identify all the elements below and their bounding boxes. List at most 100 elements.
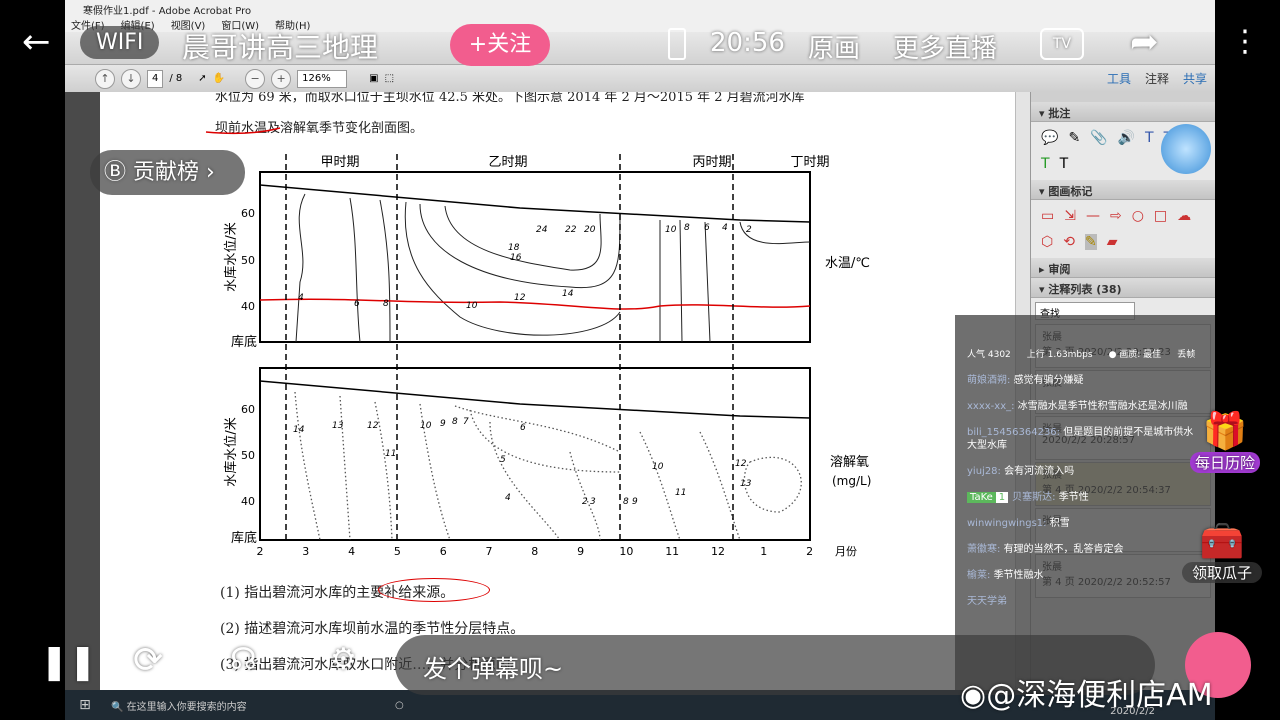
more-dots-icon[interactable]: ⋮ bbox=[1230, 24, 1260, 59]
fan-badge: TaKe bbox=[967, 492, 996, 503]
fit-width-icon[interactable]: ⬚ bbox=[385, 73, 394, 84]
svg-text:4: 4 bbox=[298, 293, 304, 303]
cloud-icon[interactable]: ☁ bbox=[1177, 208, 1191, 224]
follow-button[interactable]: +关注 bbox=[450, 24, 550, 66]
more-live-button[interactable]: 更多直播 bbox=[893, 28, 997, 65]
insert-text-icon[interactable]: T bbox=[1145, 130, 1154, 146]
hand-tool-icon[interactable]: ✋ bbox=[213, 73, 225, 84]
chat-text: 季节性融水 bbox=[993, 570, 1044, 581]
chat-panel: 人气 4302 上行 1.63mbps ● 画质: 最佳 丢帧 萌娘酒朔: 感觉有骗… bbox=[955, 315, 1215, 690]
svg-text:50: 50 bbox=[241, 449, 255, 462]
section-comment[interactable]: ▾ 批注 bbox=[1031, 102, 1215, 122]
task-view-icon[interactable]: ○ bbox=[395, 700, 404, 711]
do-legend: 溶解氧 bbox=[830, 455, 869, 470]
tv-cast-icon[interactable]: TV bbox=[1040, 28, 1084, 60]
svg-text:8: 8 bbox=[452, 417, 458, 427]
zoom-in-button[interactable]: + bbox=[271, 68, 292, 89]
svg-text:16: 16 bbox=[510, 253, 522, 263]
temp-frame bbox=[259, 171, 811, 343]
share-icon[interactable]: ➦ bbox=[1130, 22, 1159, 62]
text-box-icon[interactable]: ✎ bbox=[1068, 130, 1080, 146]
svg-text:12: 12 bbox=[367, 421, 379, 431]
chat-user[interactable]: 萌娘酒朔: bbox=[967, 375, 1010, 386]
claim-melon-seeds[interactable]: 🧰 领取瓜子 bbox=[1182, 520, 1262, 583]
x-axis-unit: 月份 bbox=[835, 545, 857, 558]
taskbar-search[interactable]: 🔍 在这里输入你要搜索的内容 bbox=[105, 698, 375, 713]
svg-text:60: 60 bbox=[241, 403, 255, 416]
rectangle-icon[interactable]: □ bbox=[1154, 208, 1167, 224]
chat-user[interactable]: 天天学弟 bbox=[967, 596, 1007, 607]
back-arrow-icon[interactable]: ← bbox=[22, 22, 51, 62]
svg-text:4: 4 bbox=[722, 223, 728, 233]
danmaku-settings-icon[interactable]: ⚙ bbox=[330, 642, 357, 677]
red-circle-annotation bbox=[378, 578, 490, 602]
svg-text:22: 22 bbox=[565, 225, 577, 235]
svg-text:6: 6 bbox=[354, 299, 360, 309]
svg-text:6: 6 bbox=[520, 423, 526, 433]
period-dividers bbox=[285, 154, 734, 542]
chat-message: xxxx-xx_: 冰雪融水是季节性积雪融水还是冰川融 bbox=[955, 400, 1215, 413]
chat-user[interactable]: bili_15456364236: bbox=[967, 427, 1060, 438]
pause-icon[interactable]: ❚❚ bbox=[40, 642, 97, 682]
danmaku-toggle-icon[interactable]: ☊ bbox=[230, 642, 257, 677]
section-drawing[interactable]: ▾ 图画标记 bbox=[1031, 180, 1215, 200]
pencil-icon[interactable]: ✎ bbox=[1084, 234, 1097, 250]
arrow-icon[interactable]: ⇨ bbox=[1110, 208, 1122, 224]
svg-text:10: 10 bbox=[466, 301, 478, 311]
refresh-icon[interactable]: ⟳ bbox=[133, 640, 163, 681]
chat-user[interactable]: xxxx-xx_: bbox=[967, 401, 1015, 412]
eraser-icon[interactable]: ▰ bbox=[1107, 234, 1118, 250]
fit-page-icon[interactable]: ▣ bbox=[369, 73, 378, 84]
chat-user[interactable]: 榆莱: bbox=[967, 570, 990, 581]
polyline-icon[interactable]: ⟲ bbox=[1063, 234, 1075, 250]
quality-button[interactable]: 原画 bbox=[808, 28, 860, 65]
tab-comment[interactable]: 注释 bbox=[1145, 70, 1169, 87]
chat-message: 天天学弟 bbox=[955, 595, 1215, 608]
contribution-rank-button[interactable]: Ⓑ 贡献榜 › bbox=[90, 150, 245, 195]
do-contours bbox=[294, 391, 802, 541]
period-label: 乙时期 bbox=[488, 155, 527, 170]
polygon-icon[interactable]: ⬡ bbox=[1041, 234, 1053, 250]
attach-icon[interactable]: 📎 bbox=[1090, 130, 1107, 146]
section-list[interactable]: ▾ 注释列表 (38) bbox=[1031, 278, 1215, 298]
section-review[interactable]: ▸ 审阅 bbox=[1031, 258, 1215, 278]
chat-message: yiuj28: 会有河流流入吗 bbox=[955, 465, 1215, 478]
audio-icon[interactable]: 🔊 bbox=[1118, 130, 1135, 146]
chat-user[interactable]: yiuj28: bbox=[967, 466, 1001, 477]
underline-icon[interactable]: T bbox=[1041, 156, 1050, 172]
chat-message: 萧徽寒: 有理的当然不，乱答肯定会 bbox=[955, 543, 1215, 556]
page-input[interactable]: 4 bbox=[147, 69, 164, 88]
sticky-note-icon[interactable]: 💬 bbox=[1041, 130, 1058, 146]
chat-user[interactable]: 贝塞斯达: bbox=[1012, 492, 1055, 503]
nav-toolbar: ↑ ↓ 4 / 8 ➚ ✋ − + 126% ▣ ⬚ bbox=[65, 65, 1215, 92]
select-tool-icon[interactable]: ➚ bbox=[198, 73, 206, 84]
callout-icon[interactable]: ⇲ bbox=[1064, 208, 1076, 224]
tab-share[interactable]: 共享 bbox=[1183, 70, 1207, 87]
weibo-watermark: ◉@深海便利店AM bbox=[960, 678, 1213, 713]
x-tick-label: 10 bbox=[619, 545, 633, 558]
textbox-icon[interactable]: ▭ bbox=[1041, 208, 1054, 224]
temp-contour-labels: 4 6 8 10 12 14 1618 24 22 20 10 8 6 4 2 bbox=[298, 223, 752, 311]
prev-page-button[interactable]: ↑ bbox=[95, 68, 115, 89]
y-axis-label: 水库水位/米 bbox=[223, 417, 239, 486]
do-frame bbox=[259, 367, 811, 541]
svg-text:24: 24 bbox=[536, 225, 548, 235]
chat-user[interactable]: winwingwings1: bbox=[967, 518, 1047, 529]
chat-user[interactable]: 萧徽寒: bbox=[967, 544, 1000, 555]
svg-text:2: 2 bbox=[582, 497, 588, 507]
daily-adventure[interactable]: 🎁 每日历险 bbox=[1190, 410, 1260, 473]
zoom-select[interactable]: 126% bbox=[297, 69, 348, 88]
svg-text:6: 6 bbox=[704, 223, 710, 233]
oval-icon[interactable]: ○ bbox=[1132, 208, 1144, 224]
chat-message: 萌娘酒朔: 感觉有骗分嫌疑 bbox=[955, 374, 1215, 387]
tab-tools[interactable]: 工具 bbox=[1107, 70, 1131, 87]
x-tick-label: 5 bbox=[394, 545, 401, 558]
line-icon[interactable]: — bbox=[1086, 208, 1100, 224]
svg-text:10: 10 bbox=[652, 462, 664, 472]
text-comment-icon[interactable]: T bbox=[1060, 156, 1069, 172]
x-tick-label: 12 bbox=[711, 545, 725, 558]
zoom-out-button[interactable]: − bbox=[245, 68, 266, 89]
start-icon[interactable]: ⊞ bbox=[65, 697, 105, 713]
next-page-button[interactable]: ↓ bbox=[121, 68, 141, 89]
x-tick-label: 8 bbox=[531, 545, 538, 558]
